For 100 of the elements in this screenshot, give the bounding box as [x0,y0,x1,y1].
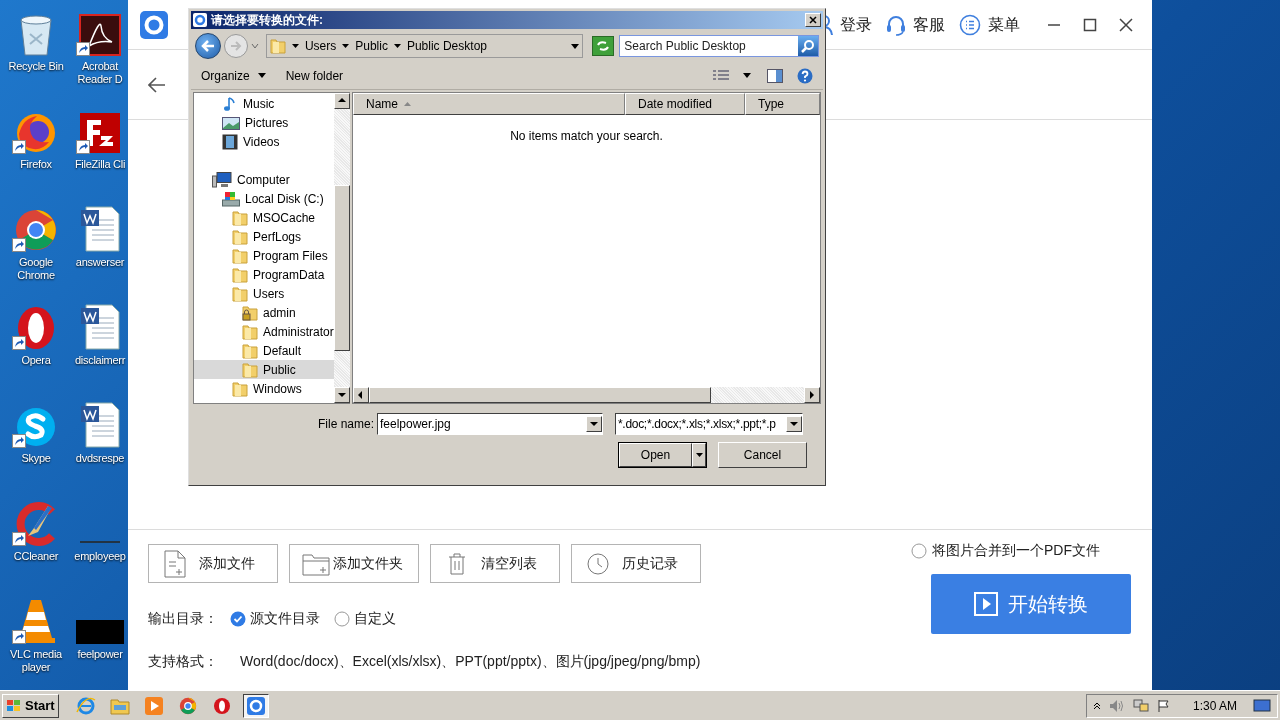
caret-icon[interactable] [743,73,751,78]
radio-button[interactable] [334,610,350,627]
scroll-left-button[interactable] [353,387,369,403]
breadcrumb-item[interactable]: Users [304,37,337,55]
history-caret-icon[interactable] [250,43,259,49]
browser-icon [178,696,197,715]
scroll-up-button[interactable] [333,93,350,109]
radio-button[interactable] [911,542,927,559]
column-header[interactable]: Name [353,93,625,115]
search-field[interactable]: Search Public Desktop [619,35,819,57]
tree-item[interactable]: Users [194,284,334,303]
tree-item[interactable]: Windows [194,379,334,398]
formats-text: Word(doc/docx)、Excel(xls/xlsx)、PPT(ppt/pptx)、图片(jpg/jpeg/png/bmp) [240,652,701,671]
refresh-button[interactable] [592,36,615,56]
desktop-icon-label[interactable]: Google Chrome [0,256,72,282]
scrollbar-thumb[interactable] [333,185,350,351]
tree-item[interactable]: Administrator [194,322,334,341]
toolbar-button[interactable]: 历史记录 [571,544,701,583]
tree-item[interactable]: Computer [194,170,334,189]
toolbar-button[interactable]: 清空列表 [430,544,560,583]
folder-icon [232,380,248,397]
toolbar-button[interactable]: 添加文件 [148,544,278,583]
cancel-button[interactable]: Cancel [718,442,807,468]
folder-icon [232,285,248,302]
desktop-icon-label[interactable]: VLC media player [0,648,72,674]
dropdown-button[interactable] [586,416,602,432]
file-name-field[interactable]: feelpower.jpg [377,413,603,435]
picture-icon [222,114,240,131]
tree-item[interactable]: PerfLogs [194,227,334,246]
address-bar[interactable]: Users Public Public Desktop [265,34,584,58]
desktop-icon-label[interactable]: Firefox [20,158,52,171]
breadcrumb-caret-icon [393,44,401,48]
chevron-up-icon[interactable] [1092,701,1101,710]
tree-item[interactable]: Videos [194,132,334,151]
radio-button[interactable] [230,610,246,627]
desktop-icon-label[interactable]: disclaimerr [74,354,126,367]
desktop-icon-label[interactable]: feelpower [77,648,123,661]
ftp-client-icon [79,112,121,154]
breadcrumb-item[interactable]: Public Desktop [406,37,487,55]
dropdown-button[interactable] [786,416,802,432]
open-button[interactable]: Open [618,442,707,468]
desktop-icon-label[interactable]: FileZilla Cli [74,158,126,171]
desktop-icon-label[interactable]: dvdsrespe [75,452,125,465]
scroll-right-button[interactable] [804,387,820,403]
folder-icon [232,228,248,245]
show-desktop-icon[interactable] [1253,697,1271,714]
breadcrumb-item[interactable]: Public [355,37,388,55]
toolbar-button[interactable]: 添加文件夹 [289,544,419,583]
new-folder-button[interactable]: New folder [285,66,344,85]
desktop-icon-label[interactable]: CCleaner [13,550,59,563]
desktop-icon-label[interactable]: Recycle Bin [8,60,64,73]
app-logo-icon [193,13,207,27]
help-icon[interactable] [797,67,813,84]
tree-item[interactable]: Program Files [194,246,334,265]
tree-item[interactable]: Default [194,341,334,360]
radio-label[interactable]: 源文件目录 [250,608,320,629]
tree-item[interactable]: MSOCache [194,208,334,227]
browser-icon [14,208,58,252]
merge-option-label[interactable]: 将图片合并到一个PDF文件 [932,540,1100,561]
recycle-bin-icon [18,14,54,56]
tree-item[interactable]: Local Disk (C:) [194,189,334,208]
desktop-icon-label[interactable]: answerser [75,256,125,269]
column-header[interactable]: Type [745,93,820,115]
desktop-icon-label[interactable]: Opera [21,354,51,367]
radio-label[interactable]: 自定义 [354,608,396,629]
file-type-select[interactable]: *.doc;*.docx;*.xls;*.xlsx;*.ppt;*.p [615,413,803,435]
dropdown-caret-icon[interactable] [571,43,580,49]
ring-logo-icon [15,306,57,350]
header-action-button[interactable]: 客服 [886,12,945,37]
tree-item[interactable]: admin [194,303,334,322]
menu-icon [959,13,981,36]
organize-button[interactable]: Organize [201,66,266,85]
close-icon[interactable] [1119,17,1133,32]
scrollbar-thumb[interactable] [369,387,711,403]
desktop-icon-label[interactable]: Acrobat Reader D [72,60,128,86]
network-icon[interactable] [1132,698,1149,713]
desktop-icon-label[interactable]: employeep [74,550,126,563]
tree-item[interactable]: ProgramData [194,265,334,284]
view-list-icon[interactable] [713,69,729,82]
output-label: 输出目录： [148,609,218,628]
preview-pane-icon[interactable] [767,68,783,83]
close-icon [809,16,817,24]
start-convert-button[interactable]: 开始转换 [931,574,1131,634]
column-header[interactable]: Date modified [625,93,745,115]
flag-icon[interactable] [1156,698,1171,713]
caret-icon [257,73,266,78]
tree-item[interactable]: Pictures [194,113,334,132]
clock-time[interactable]: 1:30 AM [1192,696,1237,715]
start-button[interactable]: Start [2,693,59,718]
header-action-button[interactable]: 菜单 [959,12,1020,37]
folder-icon [242,323,258,340]
tree-item[interactable]: Public [194,360,334,379]
back-arrow-icon[interactable] [148,76,166,93]
back-button[interactable] [195,33,221,59]
scroll-down-button[interactable] [333,387,350,403]
maximize-icon[interactable] [1083,17,1097,32]
desktop-icon-label[interactable]: Skype [21,452,51,465]
tree-item[interactable]: Music [194,94,334,113]
taskbar-button[interactable] [242,693,269,718]
close-button[interactable] [805,13,821,27]
